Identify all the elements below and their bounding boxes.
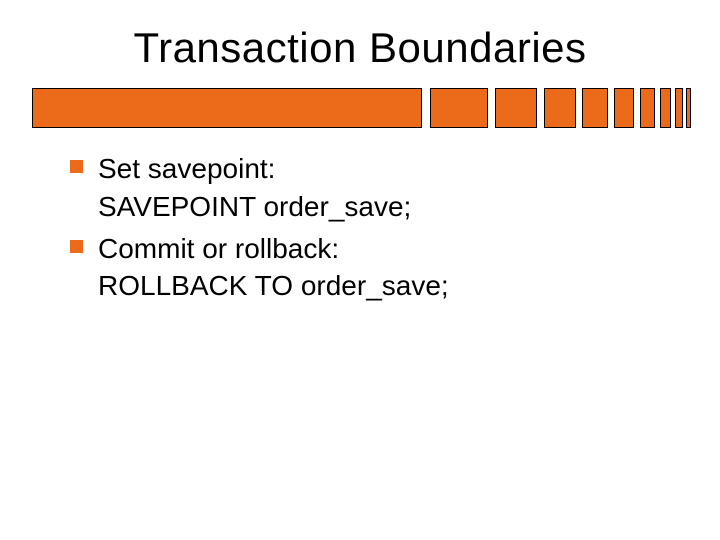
decorative-bar-segment	[430, 88, 488, 128]
decorative-bar-segment	[686, 88, 691, 128]
slide: Transaction Boundaries Set savepoint: SA…	[0, 0, 720, 540]
decorative-bar-segment	[495, 88, 537, 128]
content-area: Set savepoint: SAVEPOINT order_save; Com…	[70, 150, 680, 309]
bullet-code: SAVEPOINT order_save;	[98, 188, 680, 226]
bullet-heading: Set savepoint:	[98, 150, 680, 188]
decorative-bar-main	[32, 88, 422, 128]
decorative-bar-segment	[614, 88, 634, 128]
bullet-square-icon	[70, 160, 83, 173]
decorative-bar-segment	[544, 88, 576, 128]
decorative-bar-segment	[675, 88, 683, 128]
decorative-bar-segment	[660, 88, 671, 128]
bullet-square-icon	[70, 240, 83, 253]
decorative-bar-segment	[582, 88, 608, 128]
slide-title: Transaction Boundaries	[0, 24, 720, 72]
bullet-item: Set savepoint: SAVEPOINT order_save;	[70, 150, 680, 226]
bullet-code: ROLLBACK TO order_save;	[98, 267, 680, 305]
decorative-bar-segment	[640, 88, 655, 128]
bullet-heading: Commit or rollback:	[98, 230, 680, 268]
bullet-item: Commit or rollback: ROLLBACK TO order_sa…	[70, 230, 680, 306]
decorative-bar-group	[32, 88, 688, 128]
